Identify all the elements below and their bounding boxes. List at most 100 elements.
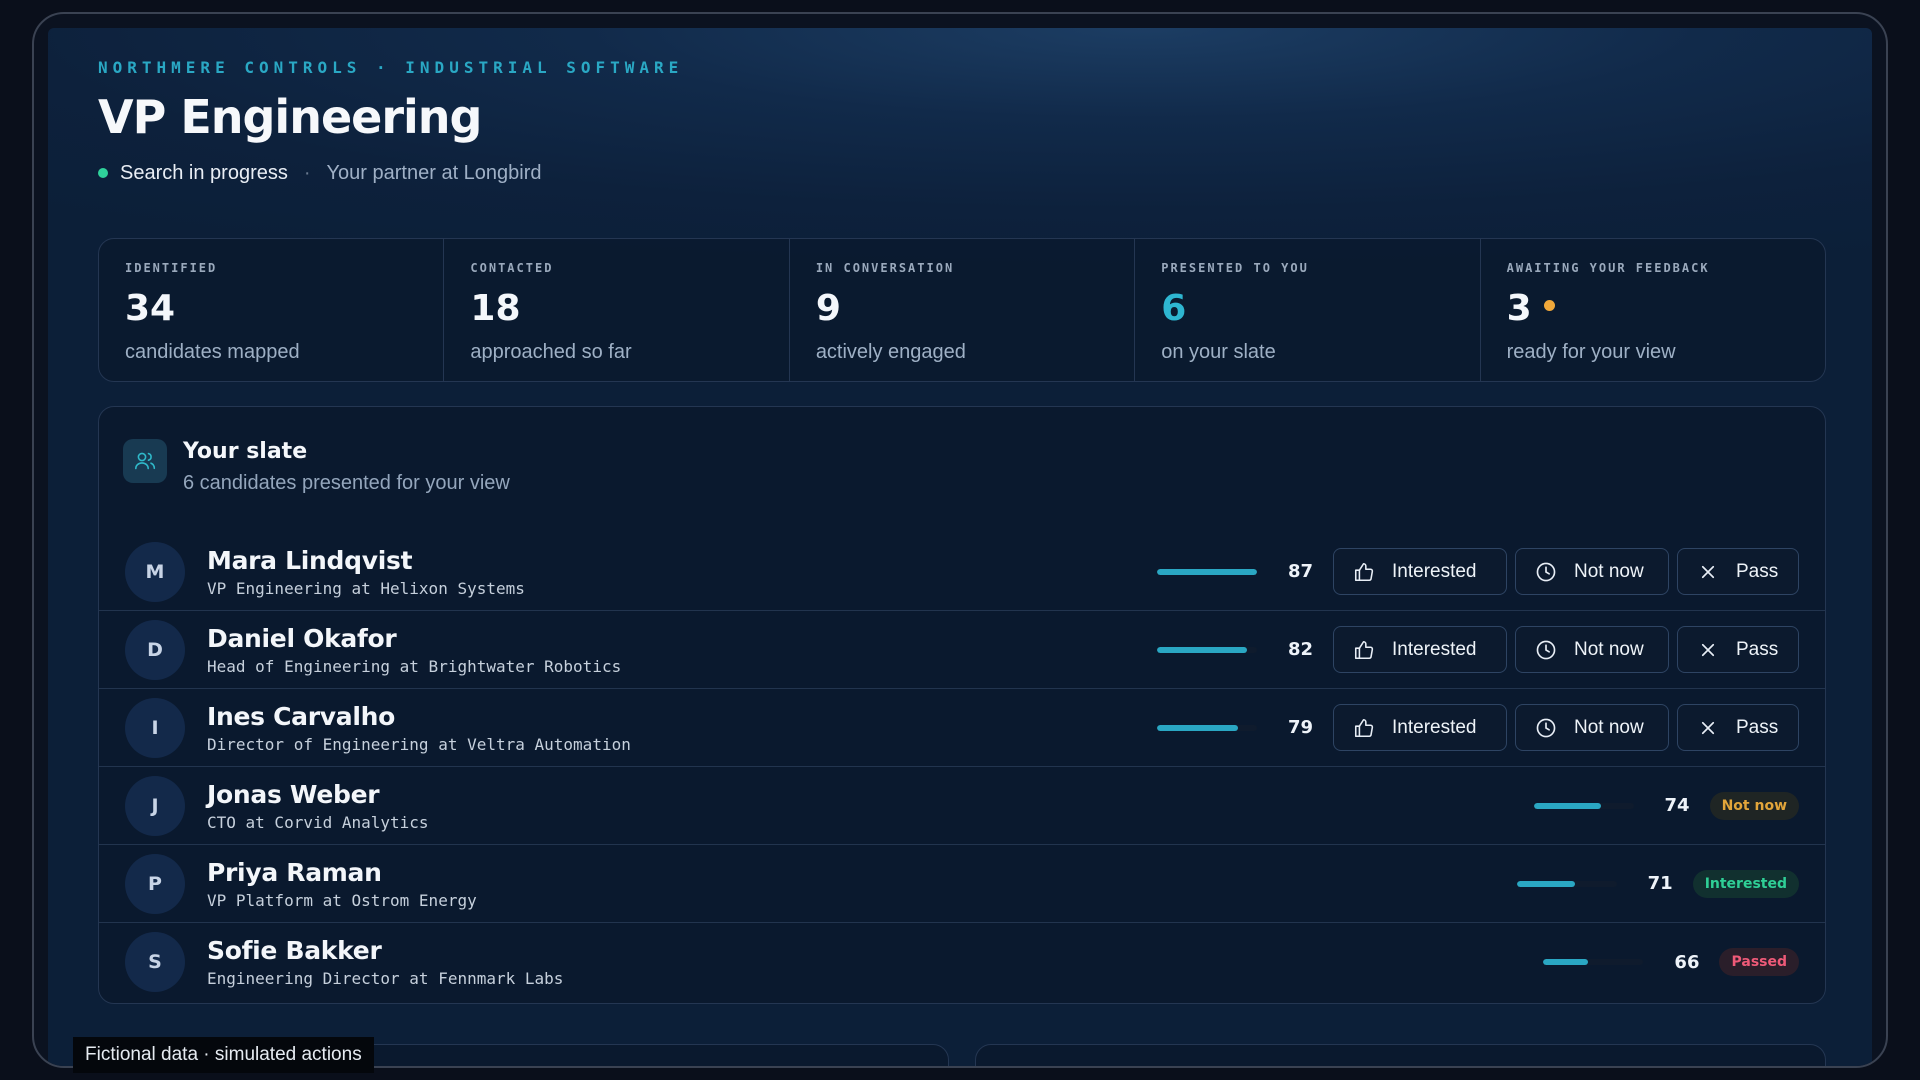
candidate-row: I Ines Carvalho Director of Engineering …: [99, 689, 1825, 767]
stat-label: AWAITING YOUR FEEDBACK: [1506, 261, 1710, 275]
candidate-info: Priya Raman VP Platform at Ostrom Energy: [207, 858, 1517, 910]
interested-button[interactable]: Interested: [1333, 626, 1507, 673]
stat-in-conversation: IN CONVERSATION 9 actively engaged: [790, 239, 1136, 381]
main-content: NORTHMERE CONTROLS · INDUSTRIAL SOFTWARE…: [98, 28, 1826, 1004]
stat-subtext: actively engaged: [815, 341, 966, 363]
score-value: 74: [1664, 795, 1690, 816]
stat-value: 18: [470, 287, 521, 329]
candidate-name: Daniel Okafor: [207, 623, 397, 653]
candidate-info: Jonas Weber CTO at Corvid Analytics: [207, 780, 1534, 832]
page-title: VP Engineering: [98, 90, 482, 144]
score-bar: [1157, 646, 1257, 653]
stat-subtext: approached so far: [470, 341, 632, 363]
stat-label: CONTACTED: [470, 261, 554, 275]
device-frame: NORTHMERE CONTROLS · INDUSTRIAL SOFTWARE…: [32, 12, 1888, 1068]
candidate-slate: Your slate 6 candidates presented for yo…: [98, 406, 1826, 1004]
avatar: J: [125, 775, 185, 836]
status-badge: Interested: [1692, 869, 1799, 898]
interested-button[interactable]: Interested: [1333, 548, 1507, 595]
pass-button[interactable]: Pass: [1677, 626, 1799, 673]
search-status: Search in progress · Your partner at Lon…: [98, 158, 1826, 188]
status-badge: Passed: [1719, 948, 1799, 976]
score-bar: [1157, 568, 1257, 575]
status-dot-icon: [98, 168, 108, 178]
candidate-name: Jonas Weber: [207, 779, 380, 809]
score-bar-fill: [1157, 646, 1247, 653]
feedback-actions: Interested Not now Pass: [1333, 626, 1799, 673]
not-now-button[interactable]: Not now: [1515, 548, 1669, 595]
stat-value: 9: [815, 287, 841, 329]
candidate-role: Engineering Director at Fennmark Labs: [207, 969, 564, 988]
bottom-panel-right: [975, 1044, 1826, 1066]
candidate-name: Sofie Bakker: [207, 936, 382, 965]
match-score: 87: [1157, 561, 1313, 582]
stat-label: IDENTIFIED: [125, 261, 218, 275]
stat-identified: IDENTIFIED 34 candidates mapped: [99, 239, 445, 381]
partner-text: Your partner at Longbird: [326, 161, 542, 184]
thumbs-up-icon: [1352, 638, 1376, 662]
candidate-list: M Mara Lindqvist VP Engineering at Helix…: [99, 533, 1825, 1001]
not-now-button[interactable]: Not now: [1515, 704, 1669, 751]
candidate-role: VP Platform at Ostrom Energy: [207, 890, 477, 910]
candidate-name: Ines Carvalho: [207, 701, 395, 731]
avatar: M: [125, 541, 185, 602]
clock-icon: [1534, 638, 1558, 662]
score-value: 79: [1287, 717, 1313, 738]
users-icon: [123, 439, 167, 483]
avatar: P: [125, 853, 185, 914]
stat-subtext: candidates mapped: [125, 341, 300, 363]
stat-label: PRESENTED TO YOU: [1161, 261, 1309, 275]
close-icon: [1696, 716, 1720, 740]
stat-value: 3: [1507, 285, 1799, 331]
match-score: 79: [1157, 717, 1313, 738]
candidate-row: S Sofie Bakker Engineering Director at F…: [99, 923, 1825, 1001]
not-now-label: Not now: [1574, 638, 1644, 660]
interested-button[interactable]: Interested: [1333, 704, 1507, 751]
candidate-info: Mara Lindqvist VP Engineering at Helixon…: [207, 546, 1157, 598]
not-now-label: Not now: [1574, 560, 1644, 582]
score-bar: [1543, 959, 1644, 965]
pass-button[interactable]: Pass: [1677, 548, 1799, 595]
score-bar: [1516, 880, 1617, 887]
slate-title: Your slate: [183, 439, 308, 464]
feedback-actions: Interested Not now Pass: [1333, 704, 1799, 751]
stat-subtext: on your slate: [1161, 341, 1276, 363]
avatar: D: [125, 619, 185, 680]
clock-icon: [1534, 560, 1558, 584]
score-bar: [1157, 724, 1257, 731]
pass-button[interactable]: Pass: [1677, 704, 1799, 751]
separator: ·: [303, 161, 311, 184]
close-icon: [1696, 638, 1720, 662]
clock-icon: [1534, 716, 1558, 740]
candidate-row: D Daniel Okafor Head of Engineering at B…: [99, 611, 1825, 689]
candidate-role: CTO at Corvid Analytics: [207, 812, 429, 832]
status-text: Search in progress: [120, 161, 288, 184]
pass-label: Pass: [1736, 638, 1779, 660]
match-score: 82: [1157, 639, 1313, 660]
score-bar-fill: [1516, 880, 1576, 887]
slate-subtitle: 6 candidates presented for your view: [183, 472, 510, 494]
candidate-role: Head of Engineering at Brightwater Robot…: [207, 656, 622, 676]
stat-presented: PRESENTED TO YOU 6 on your slate: [1135, 239, 1481, 381]
interested-label: Interested: [1392, 638, 1477, 660]
stat-awaiting-feedback: AWAITING YOUR FEEDBACK 3 ready for your …: [1481, 239, 1825, 381]
pass-label: Pass: [1736, 716, 1779, 738]
candidate-name: Mara Lindqvist: [207, 545, 413, 575]
score-bar-fill: [1543, 959, 1589, 965]
status-badge: Not now: [1709, 791, 1799, 820]
company-eyebrow: NORTHMERE CONTROLS · INDUSTRIAL SOFTWARE: [98, 58, 684, 77]
stat-value: 6: [1161, 287, 1187, 329]
avatar: S: [125, 932, 185, 992]
candidate-info: Daniel Okafor Head of Engineering at Bri…: [207, 624, 1157, 676]
match-score: 71: [1516, 873, 1673, 894]
feedback-actions: Interested Not now Pass: [1333, 548, 1799, 595]
awaiting-dot-icon: [1543, 299, 1555, 311]
candidate-info: Ines Carvalho Director of Engineering at…: [207, 702, 1157, 754]
not-now-button[interactable]: Not now: [1515, 626, 1669, 673]
match-score: 74: [1533, 795, 1690, 816]
stat-value: 34: [125, 287, 176, 329]
interested-label: Interested: [1392, 560, 1477, 582]
score-value: 71: [1647, 873, 1673, 894]
stat-label: IN CONVERSATION: [815, 261, 955, 275]
score-value: 87: [1287, 561, 1313, 582]
